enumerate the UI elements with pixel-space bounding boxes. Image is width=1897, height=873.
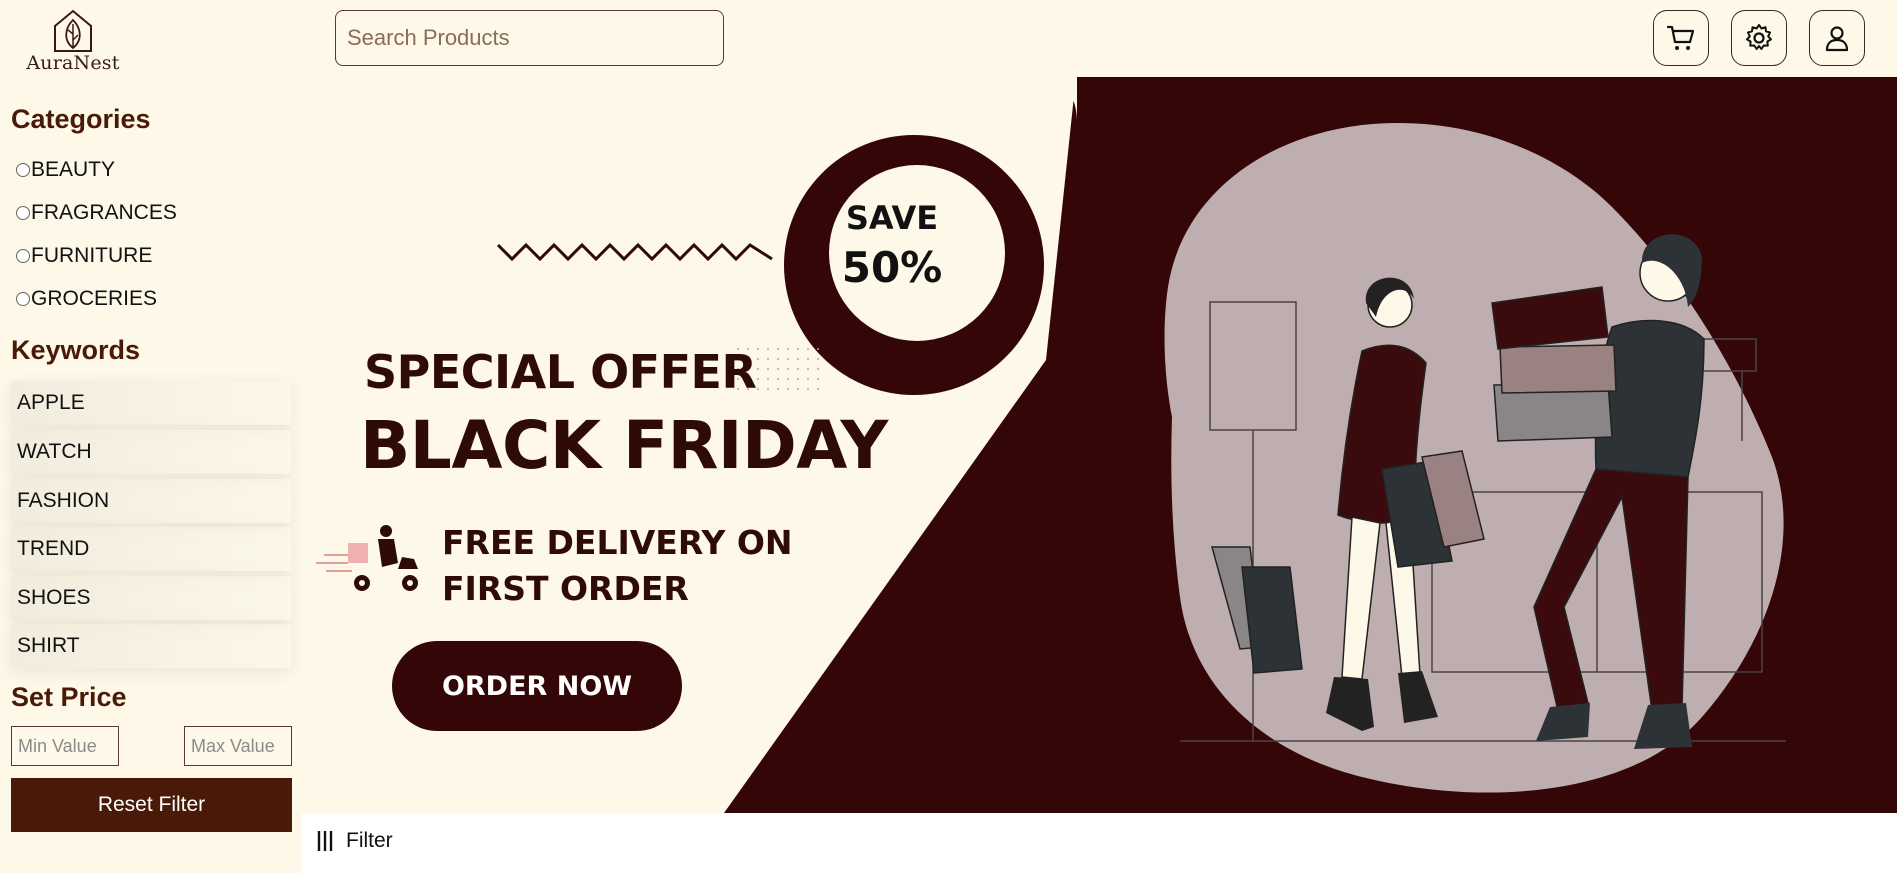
filter-toggle[interactable]: Filter (316, 829, 393, 853)
free-delivery-text: FREE DELIVERY ON FIRST ORDER (442, 523, 793, 608)
special-offer-text: SPECIAL OFFER (364, 345, 757, 399)
cart-button[interactable] (1653, 10, 1709, 66)
reset-filter-button[interactable]: Reset Filter (11, 778, 292, 832)
leaf-house-logo-icon (54, 9, 92, 52)
keyword-trend[interactable]: TREND (11, 527, 291, 571)
filter-label: Filter (346, 829, 393, 852)
radio-button[interactable] (16, 249, 30, 263)
order-now-button[interactable]: ORDER NOW (392, 641, 682, 731)
banner-headline: BLACK FRIDAY (360, 407, 888, 484)
set-price-title: Set Price (11, 682, 127, 712)
black-friday-banner: SAVE 50% SPECIAL OFFER BLACK FRIDAY FREE… (302, 77, 1897, 813)
filter-bars-icon (317, 831, 333, 851)
user-icon (1825, 26, 1849, 52)
filter-bar: Filter (302, 813, 1897, 873)
keyword-apple[interactable]: APPLE (11, 381, 291, 425)
brand-name: AuraNest (26, 52, 120, 74)
keyword-fashion[interactable]: FASHION (11, 479, 291, 523)
categories-title: Categories (11, 104, 151, 134)
keyword-shirt[interactable]: SHIRT (11, 624, 291, 668)
keyword-watch[interactable]: WATCH (11, 430, 291, 474)
category-label: FURNITURE (31, 244, 153, 267)
radio-button[interactable] (16, 292, 30, 306)
max-value-input[interactable] (184, 726, 292, 766)
radio-button[interactable] (16, 163, 30, 177)
cart-icon (1666, 25, 1695, 50)
min-value-input[interactable] (11, 726, 119, 766)
sidebar: AuraNest Categories BEAUTY FRAGRANCES FU… (0, 0, 302, 873)
save-label: SAVE (845, 199, 939, 237)
category-furniture[interactable]: FURNITURE (16, 244, 152, 268)
settings-button[interactable] (1731, 10, 1787, 66)
category-label: BEAUTY (31, 158, 116, 181)
profile-button[interactable] (1809, 10, 1865, 66)
keywords-title: Keywords (11, 335, 141, 365)
category-label: FRAGRANCES (31, 201, 177, 224)
category-groceries[interactable]: GROCERIES (16, 287, 157, 311)
save-percent: 50% (841, 243, 943, 292)
keyword-shoes[interactable]: SHOES (11, 576, 291, 620)
category-label: GROCERIES (31, 287, 158, 310)
gear-icon (1746, 24, 1772, 50)
category-beauty[interactable]: BEAUTY (16, 158, 115, 182)
delivery-scooter-icon (316, 525, 418, 591)
radio-button[interactable] (16, 206, 30, 220)
category-fragrances[interactable]: FRAGRANCES (16, 201, 177, 225)
search-input[interactable] (335, 10, 724, 66)
brand-logo[interactable]: AuraNest (25, 8, 121, 80)
